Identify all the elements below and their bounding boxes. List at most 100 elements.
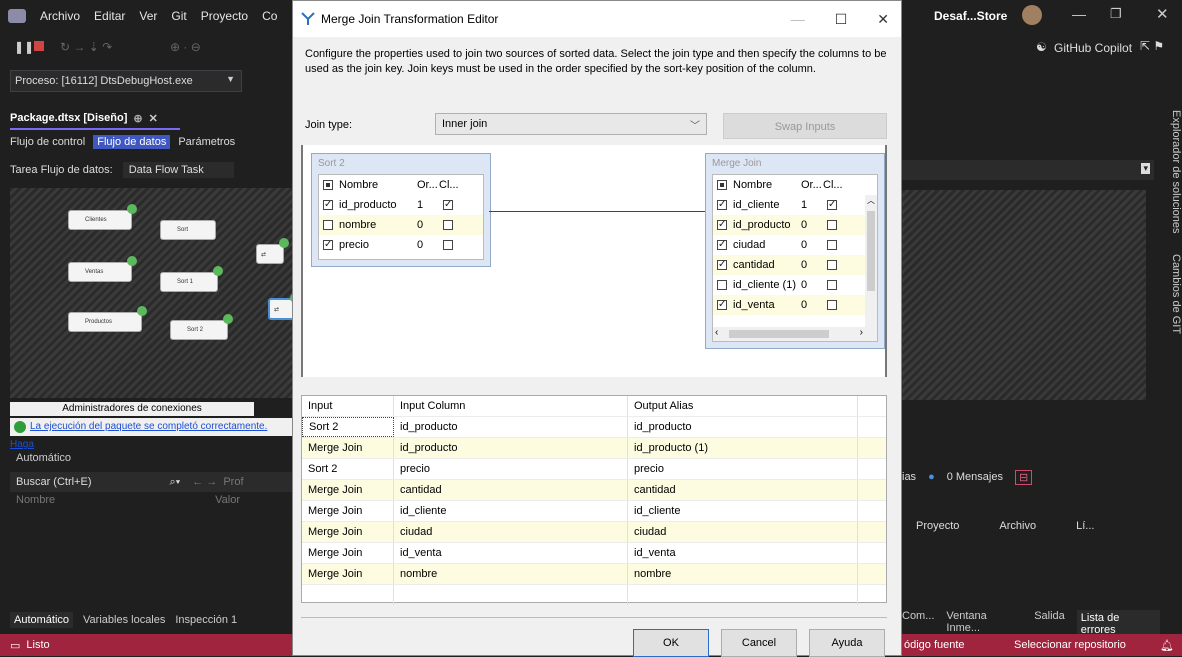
cell-output-alias[interactable]: nombre (628, 564, 858, 584)
share-icon[interactable]: ⇱ ⚑ (1140, 39, 1164, 53)
cell-input[interactable]: Sort 2 (302, 417, 394, 437)
column-checkbox[interactable] (717, 280, 727, 290)
key-checkbox[interactable] (827, 300, 837, 310)
column-checkbox[interactable] (323, 220, 333, 230)
cell-input-column[interactable]: id_venta (394, 543, 628, 563)
cell-output-alias[interactable]: id_cliente (628, 501, 858, 521)
key-checkbox[interactable] (827, 200, 837, 210)
list-item[interactable]: nombre 0 (319, 215, 483, 235)
key-checkbox[interactable] (827, 240, 837, 250)
menu-co[interactable]: Co (262, 9, 277, 23)
filter-icon[interactable]: ⊟ (1014, 469, 1033, 485)
menu-git[interactable]: Git (171, 9, 186, 23)
table-row[interactable]: Merge Join cantidad cantidad (302, 479, 886, 500)
column-archivo[interactable]: Archivo (999, 520, 1036, 532)
select-all-checkbox[interactable] (323, 180, 333, 190)
node-ventas[interactable]: Ventas (68, 256, 137, 282)
list-item[interactable]: id_venta 0 (713, 295, 877, 315)
swap-inputs-button[interactable]: Swap Inputs (723, 113, 887, 139)
cell-input-column[interactable]: cantidad (394, 480, 628, 500)
warnings-filter[interactable]: ias (902, 471, 916, 483)
dialog-close-icon[interactable]: ✕ (877, 11, 889, 28)
join-type-select[interactable]: Inner join ﹀ (435, 113, 707, 135)
tab-parametros[interactable]: Parámetros (178, 136, 235, 148)
column-checkbox[interactable] (717, 220, 727, 230)
key-checkbox[interactable] (443, 200, 453, 210)
nav-arrows-icon[interactable]: ← → (192, 476, 217, 488)
copilot-icon[interactable]: ☯ (1036, 40, 1047, 54)
cell-input-column[interactable]: id_cliente (394, 501, 628, 521)
cell-input-column[interactable]: precio (394, 459, 628, 479)
column-checkbox[interactable] (717, 240, 727, 250)
messages-filter[interactable]: 0 Mensajes (947, 471, 1003, 483)
cell-input[interactable]: Sort 2 (302, 459, 394, 479)
column-proyecto[interactable]: Proyecto (916, 520, 959, 532)
cell-input[interactable]: Merge Join (302, 501, 394, 521)
table-row[interactable]: Merge Join nombre nombre (302, 563, 886, 584)
list-item[interactable]: ciudad 0 (713, 235, 877, 255)
document-tab[interactable]: Package.dtsx [Diseño] ⊕ ✕ (10, 108, 180, 130)
search-icon[interactable]: ⌕▾ (170, 476, 181, 489)
cell-input-column[interactable]: ciudad (394, 522, 628, 542)
column-checkbox[interactable] (323, 200, 333, 210)
list-item[interactable]: id_cliente (1) 0 (713, 275, 877, 295)
connection-managers-tab[interactable]: Administradores de conexiones (10, 402, 254, 416)
scrollbar-thumb[interactable] (729, 330, 829, 338)
git-changes-tab[interactable]: Cambios de GIT (1160, 254, 1182, 334)
pause-icon[interactable]: ❚❚ (14, 40, 34, 54)
table-row[interactable]: Merge Join id_venta id_venta (302, 542, 886, 563)
table-row[interactable]: Merge Join id_cliente id_cliente (302, 500, 886, 521)
status-repo[interactable]: Seleccionar repositorio (1014, 639, 1126, 651)
table-row[interactable]: Sort 2 precio precio (302, 458, 886, 479)
list-item[interactable]: id_producto 0 (713, 215, 877, 235)
cell-input[interactable]: Merge Join (302, 522, 394, 542)
column-linea[interactable]: Lí... (1076, 520, 1094, 532)
restore-icon[interactable]: ❐ (1110, 6, 1122, 22)
list-item[interactable]: precio 0 (319, 235, 483, 255)
tab-automatico[interactable]: Automático (10, 612, 74, 628)
cell-input-column[interactable]: id_producto (394, 438, 628, 458)
cell-output-alias[interactable]: id_producto (628, 417, 858, 437)
node-clientes[interactable]: Clientes (68, 204, 137, 230)
solution-explorer-tab[interactable]: Explorador de soluciones (1160, 110, 1182, 234)
node-sort-1[interactable]: Sort 1 (160, 266, 223, 292)
cell-output-alias[interactable]: id_producto (1) (628, 438, 858, 458)
bell-icon[interactable]: 🔔︎ (1160, 639, 1174, 652)
column-checkbox[interactable] (717, 300, 727, 310)
task-dropdown[interactable]: Data Flow Task (122, 162, 234, 178)
key-checkbox[interactable] (827, 260, 837, 270)
close-icon[interactable]: ✕ (1156, 5, 1169, 23)
join-key-link[interactable] (489, 211, 705, 212)
cell-input[interactable]: Merge Join (302, 480, 394, 500)
scroll-up-icon[interactable]: ︿ (867, 195, 875, 206)
scroll-left-icon[interactable]: ‹ (715, 327, 718, 338)
cell-input[interactable]: Merge Join (302, 543, 394, 563)
help-button[interactable]: Ayuda (809, 629, 885, 657)
key-checkbox[interactable] (443, 240, 453, 250)
menu-archivo[interactable]: Archivo (40, 9, 80, 23)
copilot-label[interactable]: GitHub Copilot (1054, 41, 1132, 55)
avatar[interactable] (1022, 5, 1042, 25)
node-productos[interactable]: Productos (68, 306, 147, 332)
autos-search[interactable]: Buscar (Ctrl+E) ⌕▾ ← → Prof (10, 472, 298, 492)
table-row-empty[interactable] (302, 584, 886, 605)
key-checkbox[interactable] (827, 280, 837, 290)
cell-output-alias[interactable]: cantidad (628, 480, 858, 500)
status-source[interactable]: ódigo fuente (904, 639, 965, 651)
tab-variables-locales[interactable]: Variables locales (83, 614, 165, 626)
list-item[interactable]: cantidad 0 (713, 255, 877, 275)
cell-input-column[interactable]: id_producto (394, 417, 628, 437)
menu-ver[interactable]: Ver (139, 9, 157, 23)
dialog-maximize-icon[interactable]: ☐ (835, 11, 848, 28)
ok-button[interactable]: OK (633, 629, 709, 657)
table-row[interactable]: Merge Join ciudad ciudad (302, 521, 886, 542)
cell-output-alias[interactable]: precio (628, 459, 858, 479)
column-checkbox[interactable] (323, 240, 333, 250)
tab-close-icon[interactable]: ✕ (149, 112, 158, 125)
list-item[interactable]: id_producto 1 (319, 195, 483, 215)
key-checkbox[interactable] (827, 220, 837, 230)
node-sort-2[interactable]: Sort 2 (170, 314, 233, 340)
merge-join-input-box[interactable]: Merge Join Nombre Or... Cl... id_cliente… (705, 153, 885, 349)
table-row[interactable]: Merge Join id_producto id_producto (1) (302, 437, 886, 458)
table-row[interactable]: Sort 2 id_producto id_producto (302, 416, 886, 437)
